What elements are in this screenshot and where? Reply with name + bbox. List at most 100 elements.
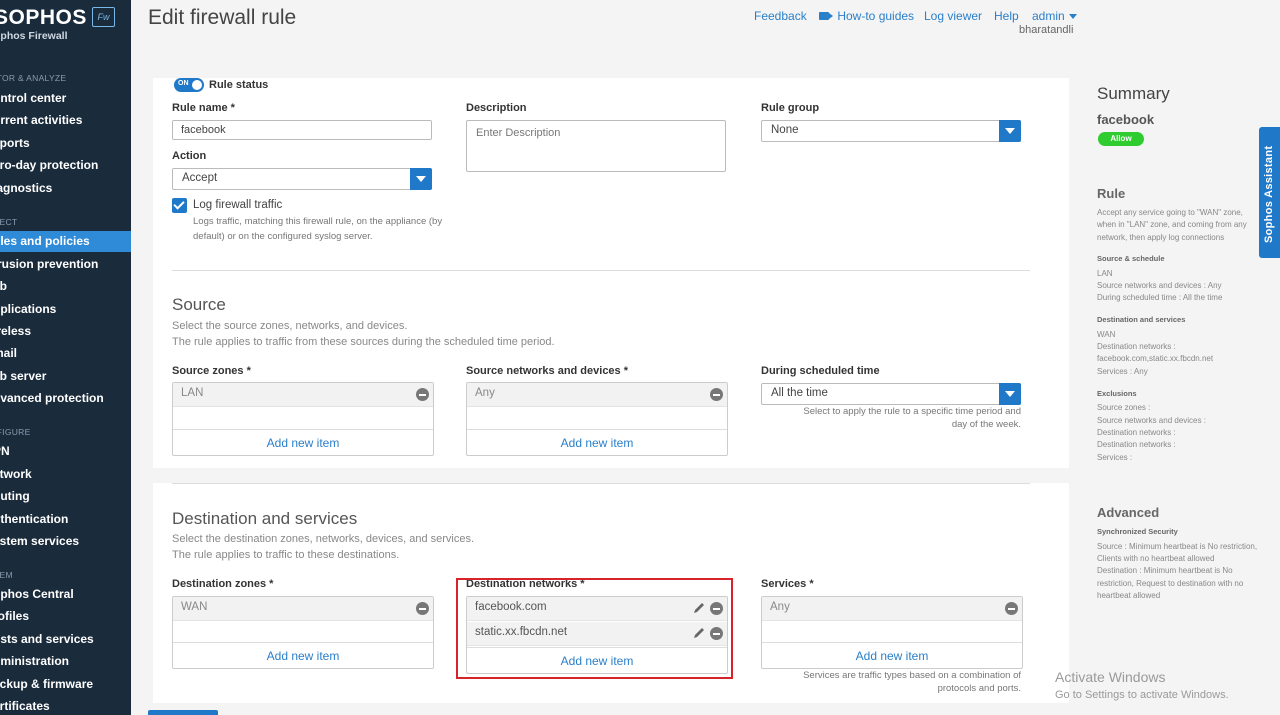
toggle-text: ON — [178, 80, 189, 87]
fw-badge: Fw — [92, 7, 115, 27]
logviewer-link[interactable]: Log viewer — [924, 9, 982, 23]
add-source-network-button[interactable]: Add new item — [467, 429, 727, 455]
summary-rule-name: facebook — [1097, 112, 1155, 127]
summary-advanced-heading: Advanced — [1097, 505, 1160, 520]
schedule-label: During scheduled time — [761, 365, 880, 377]
sidebar-item-wireless[interactable]: ireless — [0, 321, 131, 342]
action-select[interactable]: Accept — [172, 168, 432, 190]
add-source-zone-button[interactable]: Add new item — [173, 429, 433, 455]
sidebar-item-certificates[interactable]: ertificates — [0, 696, 131, 715]
action-label: Action — [172, 150, 207, 162]
summary-src-2: Source networks and devices : Any — [1097, 281, 1222, 290]
destination-desc-2: The rule applies to traffic to these des… — [172, 549, 400, 561]
divider — [172, 483, 1030, 484]
description-label: Description — [466, 102, 527, 114]
sidebar-item-hosts-services[interactable]: osts and services — [0, 629, 131, 650]
chevron-down-icon[interactable] — [410, 168, 432, 190]
remove-icon[interactable] — [416, 388, 429, 401]
log-traffic-checkbox[interactable] — [172, 198, 187, 213]
remove-icon[interactable] — [1005, 602, 1018, 615]
sidebar-item-routing[interactable]: outing — [0, 486, 131, 507]
page-title: Edit firewall rule — [148, 6, 297, 29]
description-input[interactable]: Enter Description — [466, 120, 726, 172]
services-list: Any Add new item — [761, 596, 1023, 669]
sidebar-item-control-center[interactable]: ontrol center — [0, 88, 131, 109]
howto-link[interactable]: How-to guides — [819, 9, 914, 23]
log-traffic-label: Log firewall traffic — [193, 199, 283, 211]
rule-name-label: Rule name * — [172, 102, 235, 114]
source-networks-label: Source networks and devices * — [466, 365, 629, 377]
summary-sync-heading: Synchronized Security — [1097, 527, 1178, 536]
status-badge: Allow — [1098, 132, 1144, 146]
log-traffic-desc-1: Logs traffic, matching this firewall rul… — [193, 216, 443, 227]
rule-name-input[interactable]: facebook — [172, 120, 432, 140]
list-item: Any — [467, 383, 727, 407]
username-sub: bharatandli — [1019, 24, 1074, 36]
sidebar-item-rules-policies[interactable]: ules and policies — [0, 231, 131, 252]
sidebar-item-authentication[interactable]: uthentication — [0, 509, 131, 530]
sidebar-item-system-services[interactable]: ystem services — [0, 531, 131, 552]
windows-watermark-2: Go to Settings to activate Windows. — [1055, 689, 1229, 701]
sidebar-item-reports[interactable]: eports — [0, 133, 131, 154]
summary-sync-4: restriction, Request to destination with… — [1097, 579, 1244, 588]
add-destination-zone-button[interactable]: Add new item — [173, 642, 433, 668]
sidebar-item-email[interactable]: mail — [0, 343, 131, 364]
nav-section-system: TEM — [0, 570, 13, 580]
sidebar-item-zero-day[interactable]: ero-day protection — [0, 155, 131, 176]
help-link[interactable]: Help — [994, 9, 1019, 23]
summary-sync-2: Clients with no heartbeat allowed — [1097, 554, 1215, 563]
summary-dst-3: facebook.com,static.xx.fbcdn.net — [1097, 354, 1214, 363]
sidebar-item-web[interactable]: eb — [0, 276, 131, 297]
nav-section-monitor: ITOR & ANALYZE — [0, 73, 67, 83]
feedback-link[interactable]: Feedback — [754, 9, 807, 23]
brand-subtitle: ophos Firewall — [0, 30, 68, 42]
video-icon — [819, 12, 833, 20]
list-item-text: Any — [475, 387, 495, 399]
list-item: WAN — [173, 597, 433, 621]
destination-zones-list: WAN Add new item — [172, 596, 434, 669]
sidebar-item-vpn[interactable]: PN — [0, 441, 131, 462]
list-item: LAN — [173, 383, 433, 407]
sidebar-item-current-activities[interactable]: urrent activities — [0, 110, 131, 131]
sidebar-item-backup-firmware[interactable]: ackup & firmware — [0, 674, 131, 695]
sidebar-item-advanced-protection[interactable]: dvanced protection — [0, 388, 131, 409]
sidebar-item-applications[interactable]: pplications — [0, 299, 131, 320]
sidebar-item-web-server[interactable]: eb server — [0, 366, 131, 387]
summary-excl-2: Source networks and devices : — [1097, 416, 1206, 425]
sidebar-item-profiles[interactable]: rofiles — [0, 606, 131, 627]
summary-dst-4: Services : Any — [1097, 367, 1148, 376]
chevron-down-icon[interactable] — [999, 120, 1021, 142]
sidebar-item-intrusion-prevention[interactable]: trusion prevention — [0, 254, 131, 275]
user-menu[interactable]: admin — [1032, 9, 1077, 23]
sidebar-item-sophos-central[interactable]: ophos Central — [0, 584, 131, 605]
summary-src-3: During scheduled time : All the time — [1097, 293, 1223, 302]
sidebar-item-network[interactable]: etwork — [0, 464, 131, 485]
summary-dst-1: WAN — [1097, 330, 1116, 339]
rule-status-label: Rule status — [209, 79, 269, 91]
source-zones-label: Source zones * — [172, 365, 251, 377]
add-service-button[interactable]: Add new item — [762, 642, 1022, 668]
list-item-text: LAN — [181, 387, 204, 399]
summary-src-1: LAN — [1097, 269, 1113, 278]
source-title: Source — [172, 295, 226, 314]
save-button[interactable] — [148, 710, 218, 715]
summary-rule-text-2: when in "LAN" zone, and coming from any — [1097, 220, 1247, 229]
summary-excl-4: Destination networks : — [1097, 440, 1176, 449]
rule-group-select[interactable]: None — [761, 120, 1021, 142]
remove-icon[interactable] — [416, 602, 429, 615]
summary-rule-heading: Rule — [1097, 186, 1126, 201]
schedule-select[interactable]: All the time — [761, 383, 1021, 405]
sophos-assistant-label: Sophos Assistant — [1263, 145, 1275, 243]
sidebar-item-administration[interactable]: dministration — [0, 651, 131, 672]
sidebar-item-diagnostics[interactable]: iagnostics — [0, 178, 131, 199]
destination-title: Destination and services — [172, 509, 358, 528]
summary-sync-1: Source : Minimum heartbeat is No restric… — [1097, 542, 1258, 551]
remove-icon[interactable] — [710, 388, 723, 401]
windows-watermark-1: Activate Windows — [1055, 669, 1166, 685]
divider — [172, 270, 1030, 271]
sidebar: SOPHOS Fw ophos Firewall ITOR & ANALYZE … — [0, 0, 131, 715]
summary-excl-5: Services : — [1097, 453, 1133, 462]
chevron-down-icon[interactable] — [999, 383, 1021, 405]
rule-status-toggle[interactable]: ON — [174, 78, 204, 92]
summary-source-heading: Source & schedule — [1097, 254, 1165, 263]
